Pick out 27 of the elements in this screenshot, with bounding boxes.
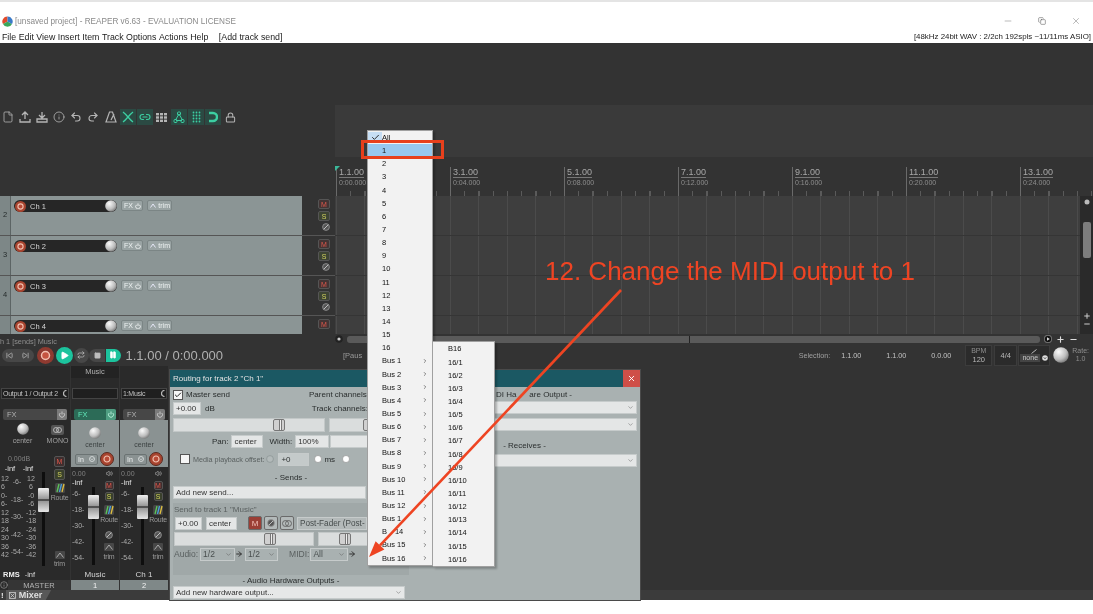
bar-label: 13.1.00 [1023,167,1054,178]
section-heading: DI Ha [496,390,517,399]
bar-label: 7.1.00 [681,167,707,178]
strip-name: Music [84,569,106,579]
section-heading: - Receives - [503,440,546,450]
strip-name: Ch 1 [135,569,153,579]
time-display: 1.1.00 / 0:00.000 [125,347,224,363]
bar-label: 5.1.00 [567,167,593,178]
last-action-label: [Add track send] [218,31,283,42]
audio-label: Audio: [174,549,199,559]
track-channels-label: Track channels: [311,404,368,413]
section-heading: - Sends - [274,472,308,482]
master-send-label: Master send [186,390,231,399]
section-heading: - Audio Hardware Outputs - [242,575,340,585]
pan-label: Pan: [212,436,229,446]
window-title: [unsaved project] - REAPER v6.63 - EVALUATION LICENSE [15,16,236,26]
volume-unit: dB [205,404,215,413]
bar-label: 9.1.00 [795,167,821,178]
unit-label: ms [324,454,336,464]
bar-label: 3.1.00 [453,167,479,178]
section-heading: are Output - [529,390,573,399]
midi-label: MIDI: [289,549,310,559]
bar-label: 11.1.00 [909,167,939,178]
width-label: Width: [269,436,293,446]
dialog-title: Routing for track 2 "Ch 1" [173,374,264,383]
parent-channels-label: Parent channels: [309,390,370,399]
annotation-text: 12. Change the MIDI output to 1 [545,256,916,286]
